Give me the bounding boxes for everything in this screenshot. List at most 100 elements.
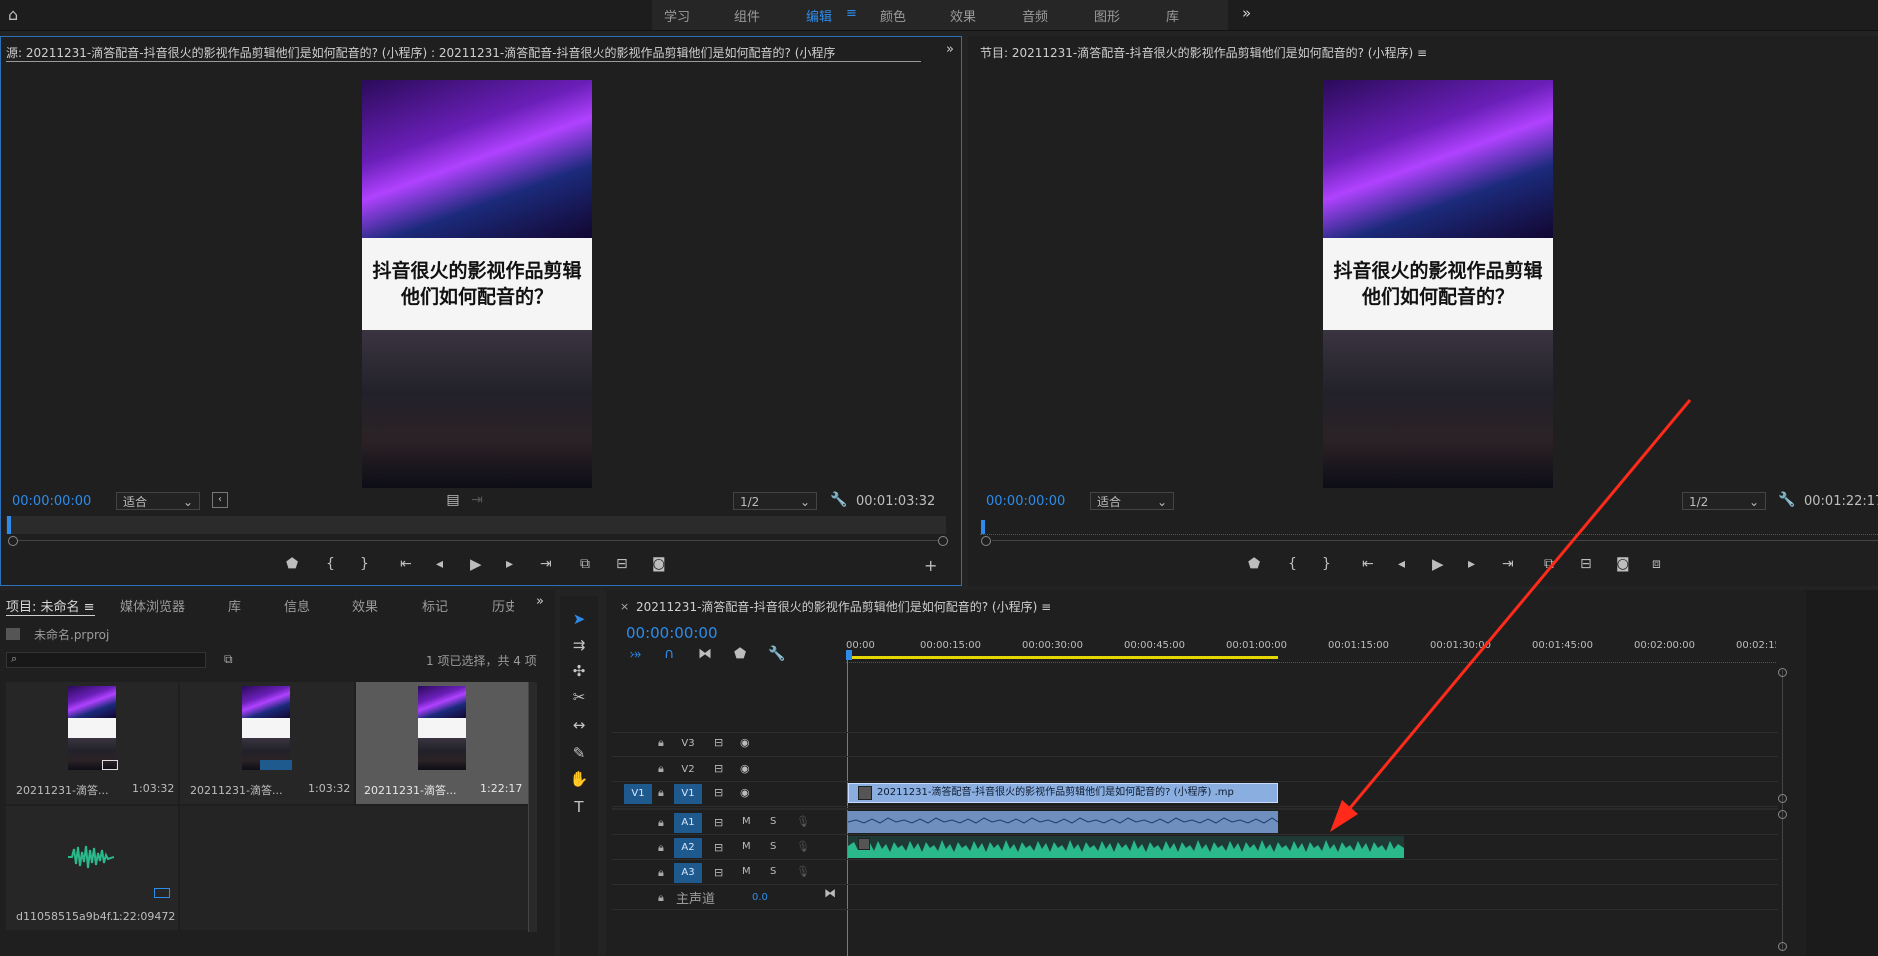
pen-icon[interactable]: ✎ — [568, 742, 590, 764]
overwrite-icon[interactable]: ⊟ — [616, 556, 628, 572]
sync-lock-icon[interactable]: ⊟ — [714, 786, 723, 799]
workspace-tab-assembly[interactable]: 组件 — [734, 6, 760, 25]
panel-more-icon[interactable]: » — [946, 42, 954, 57]
track-label-v3[interactable]: V3 — [674, 734, 702, 754]
panel-more-icon[interactable]: » — [536, 594, 544, 609]
source-resolution-dropdown[interactable]: 1/2 ⌄ — [733, 492, 817, 510]
add-marker-icon[interactable]: ⬟ — [1248, 556, 1260, 572]
go-to-out-icon[interactable]: ⇥ — [540, 556, 552, 572]
hand-icon[interactable]: ✋ — [568, 768, 590, 790]
wrench-icon[interactable]: 🔧 — [1778, 492, 1795, 508]
tab-effects[interactable]: 效果 — [352, 596, 378, 615]
eye-icon[interactable]: ◉ — [740, 736, 750, 749]
wrench-icon[interactable]: 🔧 — [768, 646, 785, 662]
track-label-v1[interactable]: V1 — [674, 784, 702, 804]
audio-clip-a1[interactable] — [848, 811, 1278, 833]
project-search-input[interactable]: ⌕ — [6, 652, 206, 668]
program-fit-dropdown[interactable]: 适合 ⌄ — [1090, 492, 1174, 510]
step-forward-icon[interactable]: ▸ — [506, 556, 513, 572]
scroll-handle-audio[interactable] — [1778, 810, 1787, 819]
razor-icon[interactable]: ✂ — [568, 686, 590, 708]
program-timecode[interactable]: 00:00:00:00 — [986, 494, 1065, 509]
workspace-tab-effects[interactable]: 效果 — [950, 6, 976, 25]
video-clip[interactable]: 20211231-滴答配音-抖音很火的影视作品剪辑他们是如何配音的? (小程序)… — [848, 783, 1278, 803]
master-volume-value[interactable]: 0.0 — [752, 892, 768, 903]
tab-libraries[interactable]: 库 — [228, 596, 241, 615]
tab-markers[interactable]: 标记 — [422, 596, 448, 615]
track-label-a3[interactable]: A3 — [674, 863, 702, 883]
mark-out-icon[interactable]: } — [360, 556, 369, 572]
lock-icon[interactable]: 🔒︎ — [658, 762, 664, 776]
mark-in-icon[interactable]: { — [1288, 556, 1297, 572]
zoom-handle-right[interactable] — [938, 536, 948, 546]
zoom-handle-left[interactable] — [981, 536, 991, 546]
workspace-menu-icon[interactable]: ≡ — [846, 6, 857, 21]
snap-icon[interactable]: ∩ — [664, 646, 674, 662]
sync-lock-icon[interactable]: ⊟ — [714, 736, 723, 749]
lock-icon[interactable]: 🔒︎ — [658, 816, 664, 830]
linked-selection-icon[interactable]: ⧓ — [698, 646, 712, 662]
sync-lock-icon[interactable]: ⊟ — [714, 866, 723, 879]
workspace-tab-audio[interactable]: 音频 — [1022, 6, 1048, 25]
mute-button-a3[interactable]: M — [742, 866, 751, 877]
source-playhead[interactable] — [7, 516, 11, 534]
workspace-tab-graphics[interactable]: 图形 — [1094, 6, 1120, 25]
lock-icon[interactable]: 🔒︎ — [658, 736, 664, 750]
track-label-a1[interactable]: A1 — [674, 813, 702, 833]
nest-icon[interactable]: ⤖ — [630, 646, 641, 662]
microphone-icon[interactable]: 🎙︎ — [796, 865, 810, 878]
work-area-bar[interactable] — [846, 656, 1278, 659]
wrench-icon[interactable]: 🔧 — [830, 492, 847, 508]
track-label-v2[interactable]: V2 — [674, 760, 702, 780]
ripple-edit-icon[interactable]: ✣ — [568, 660, 590, 682]
workspace-tab-editing[interactable]: 编辑 — [806, 6, 832, 25]
bin-item[interactable]: 20211231-滴答... 1:03:32 — [6, 682, 178, 804]
add-marker-icon[interactable]: ⬟ — [286, 556, 298, 572]
solo-button-a1[interactable]: S — [770, 816, 776, 827]
track-select-icon[interactable]: ⇉ — [568, 634, 590, 656]
project-scrollbar[interactable] — [528, 682, 537, 932]
insert-button-icon[interactable]: ⧉ — [580, 556, 590, 572]
camera-icon[interactable]: ◙ — [652, 556, 666, 572]
mute-button-a2[interactable]: M — [742, 841, 751, 852]
microphone-icon[interactable]: 🎙︎ — [796, 840, 810, 853]
tab-history[interactable]: 历史 — [492, 596, 514, 615]
step-back-icon[interactable]: ◂ — [436, 556, 443, 572]
workspace-tab-color[interactable]: 颜色 — [880, 6, 906, 25]
close-icon[interactable]: × — [620, 600, 629, 613]
sync-lock-icon[interactable]: ⊟ — [714, 841, 723, 854]
tab-info[interactable]: 信息 — [284, 596, 310, 615]
solo-button-a3[interactable]: S — [770, 866, 776, 877]
source-timecode[interactable]: 00:00:00:00 — [12, 494, 91, 509]
scroll-handle-top[interactable] — [1778, 668, 1787, 677]
slip-icon[interactable]: ↔ — [568, 714, 590, 736]
bin-item-audio[interactable]: d11058515a9b4f... 1:22:09472 — [6, 806, 178, 930]
type-icon[interactable]: T — [568, 796, 590, 818]
chevron-double-right-icon[interactable]: » — [1242, 4, 1251, 22]
add-marker-icon[interactable]: ⬟ — [734, 646, 746, 662]
mark-in-icon[interactable]: { — [326, 556, 335, 572]
microphone-icon[interactable]: 🎙︎ — [796, 815, 810, 828]
plus-icon[interactable]: + — [924, 556, 937, 575]
zoom-handle-left[interactable] — [8, 536, 18, 546]
workspace-tab-learn[interactable]: 学习 — [664, 6, 690, 25]
go-to-in-icon[interactable]: ⇤ — [400, 556, 412, 572]
home-icon[interactable]: ⌂ — [8, 6, 30, 24]
tab-media-browser[interactable]: 媒体浏览器 — [120, 596, 185, 615]
eye-icon[interactable]: ◉ — [740, 762, 750, 775]
timeline-timecode[interactable]: 00:00:00:00 — [626, 624, 718, 642]
source-patch-v1[interactable]: V1 — [624, 784, 652, 804]
export-frame-icon[interactable]: ▤ — [446, 492, 460, 508]
selection-tool-icon[interactable]: ➤ — [568, 608, 590, 630]
play-icon[interactable]: ▶ — [470, 555, 482, 573]
workspace-tab-libraries[interactable]: 库 — [1166, 6, 1179, 25]
scroll-handle-bottom[interactable] — [1778, 942, 1787, 951]
tab-project[interactable]: 项目: 未命名 ≡ — [6, 596, 95, 616]
lock-icon[interactable]: 🔒︎ — [658, 786, 664, 800]
new-search-bin-icon[interactable]: ⧉ — [224, 652, 233, 667]
track-label-a2[interactable]: A2 — [674, 838, 702, 858]
source-fit-dropdown[interactable]: 适合 ⌄ — [116, 492, 200, 510]
lock-icon[interactable]: 🔒︎ — [658, 866, 664, 880]
sync-lock-icon[interactable]: ⊟ — [714, 762, 723, 775]
sync-lock-icon[interactable]: ⊟ — [714, 816, 723, 829]
